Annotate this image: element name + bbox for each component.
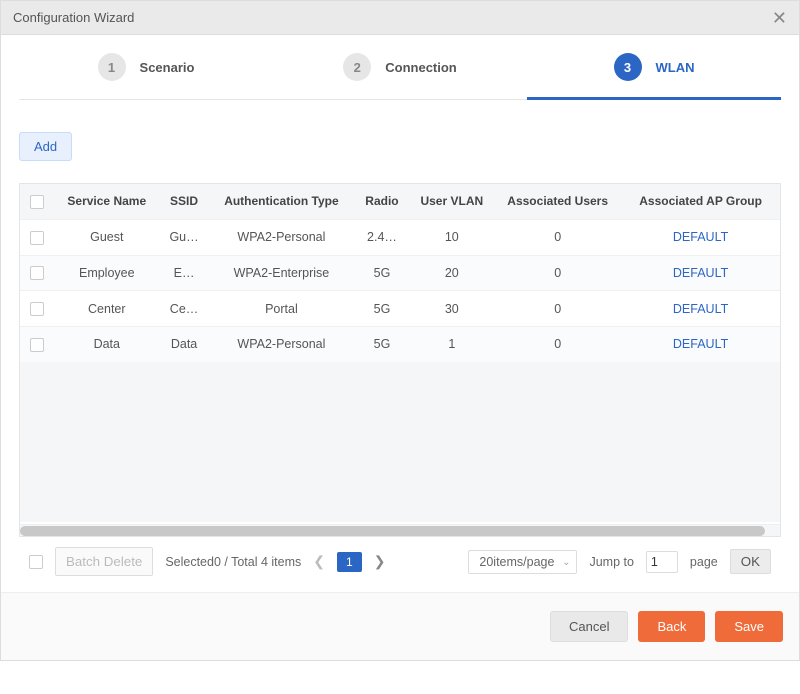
pager-bar: Batch Delete Selected0 / Total 4 items ❮… — [19, 537, 781, 586]
cell-vlan: 30 — [409, 291, 494, 327]
chevron-down-icon: ⌄ — [562, 557, 570, 568]
cell-ap-group-link[interactable]: DEFAULT — [621, 219, 780, 255]
step-number-icon: 1 — [98, 53, 126, 81]
select-all-bottom-checkbox[interactable] — [29, 555, 43, 569]
step-number-icon: 2 — [343, 53, 371, 81]
cell-ap-group-link[interactable]: DEFAULT — [621, 255, 780, 291]
cell-auth: WPA2-Personal — [208, 326, 354, 361]
col-user-vlan[interactable]: User VLAN — [409, 184, 494, 219]
cell-service: Data — [54, 326, 160, 361]
select-all-checkbox[interactable] — [30, 195, 44, 209]
cell-auth: WPA2-Enterprise — [208, 255, 354, 291]
row-checkbox[interactable] — [30, 266, 44, 280]
step-label: Scenario — [140, 60, 195, 75]
items-per-page-select[interactable]: 20items/page ⌄ — [468, 550, 577, 574]
table-row[interactable]: GuestGu…WPA2-Personal2.4…100DEFAULT — [20, 219, 780, 255]
col-ssid[interactable]: SSID — [160, 184, 209, 219]
cell-auth: Portal — [208, 291, 354, 327]
next-page-icon[interactable]: ❯ — [372, 553, 388, 570]
cell-radio: 2.4… — [354, 219, 409, 255]
row-checkbox[interactable] — [30, 302, 44, 316]
cell-vlan: 20 — [409, 255, 494, 291]
cell-users: 0 — [494, 255, 621, 291]
cell-vlan: 10 — [409, 219, 494, 255]
jump-ok-button[interactable]: OK — [730, 549, 771, 574]
cell-service: Guest — [54, 219, 160, 255]
step-label: WLAN — [656, 60, 695, 75]
cell-service: Center — [54, 291, 160, 327]
step-connection[interactable]: 2 Connection — [273, 53, 527, 99]
cell-users: 0 — [494, 219, 621, 255]
wlan-table: Service Name SSID Authentication Type Ra… — [19, 183, 781, 537]
cell-auth: WPA2-Personal — [208, 219, 354, 255]
cell-ssid: Gu… — [160, 219, 209, 255]
back-button[interactable]: Back — [638, 611, 705, 642]
dialog-footer: Cancel Back Save — [1, 592, 799, 660]
dialog-title: Configuration Wizard — [13, 1, 134, 35]
cell-ap-group-link[interactable]: DEFAULT — [621, 291, 780, 327]
cell-service: Employee — [54, 255, 160, 291]
close-icon[interactable]: ✕ — [772, 1, 787, 35]
config-wizard-dialog: Configuration Wizard ✕ 1 Scenario 2 Conn… — [0, 0, 800, 661]
prev-page-icon[interactable]: ❮ — [311, 553, 327, 570]
cell-ap-group-link[interactable]: DEFAULT — [621, 326, 780, 361]
col-auth-type[interactable]: Authentication Type — [208, 184, 354, 219]
content-area: Add — [1, 100, 799, 592]
row-checkbox[interactable] — [30, 338, 44, 352]
table-empty-area — [20, 362, 780, 522]
step-wlan[interactable]: 3 WLAN — [527, 53, 781, 99]
cell-ssid: Data — [160, 326, 209, 361]
jump-to-input[interactable]: 1 — [646, 551, 678, 573]
add-button[interactable]: Add — [19, 132, 72, 161]
cell-radio: 5G — [354, 255, 409, 291]
selection-summary: Selected0 / Total 4 items — [165, 555, 301, 569]
col-assoc-users[interactable]: Associated Users — [494, 184, 621, 219]
cell-radio: 5G — [354, 326, 409, 361]
table-row[interactable]: CenterCe…Portal5G300DEFAULT — [20, 291, 780, 327]
wizard-steps: 1 Scenario 2 Connection 3 WLAN — [19, 53, 781, 100]
step-label: Connection — [385, 60, 457, 75]
cell-radio: 5G — [354, 291, 409, 327]
step-number-icon: 3 — [614, 53, 642, 81]
cell-vlan: 1 — [409, 326, 494, 361]
save-button[interactable]: Save — [715, 611, 783, 642]
jump-to-label: Jump to — [589, 555, 633, 569]
current-page-badge[interactable]: 1 — [337, 552, 362, 572]
row-checkbox[interactable] — [30, 231, 44, 245]
cell-ssid: Ce… — [160, 291, 209, 327]
col-service-name[interactable]: Service Name — [54, 184, 160, 219]
col-radio[interactable]: Radio — [354, 184, 409, 219]
col-ap-group[interactable]: Associated AP Group — [621, 184, 780, 219]
table-row[interactable]: DataDataWPA2-Personal5G10DEFAULT — [20, 326, 780, 361]
cell-users: 0 — [494, 326, 621, 361]
table-header-row: Service Name SSID Authentication Type Ra… — [20, 184, 780, 219]
batch-delete-button[interactable]: Batch Delete — [55, 547, 153, 576]
cancel-button[interactable]: Cancel — [550, 611, 628, 642]
per-page-label: 20items/page — [479, 555, 554, 569]
table-row[interactable]: EmployeeE…WPA2-Enterprise5G200DEFAULT — [20, 255, 780, 291]
dialog-titlebar: Configuration Wizard ✕ — [1, 1, 799, 35]
page-label: page — [690, 555, 718, 569]
scrollbar-thumb[interactable] — [20, 526, 765, 536]
cell-users: 0 — [494, 291, 621, 327]
cell-ssid: E… — [160, 255, 209, 291]
step-scenario[interactable]: 1 Scenario — [19, 53, 273, 99]
horizontal-scrollbar[interactable] — [20, 524, 780, 536]
